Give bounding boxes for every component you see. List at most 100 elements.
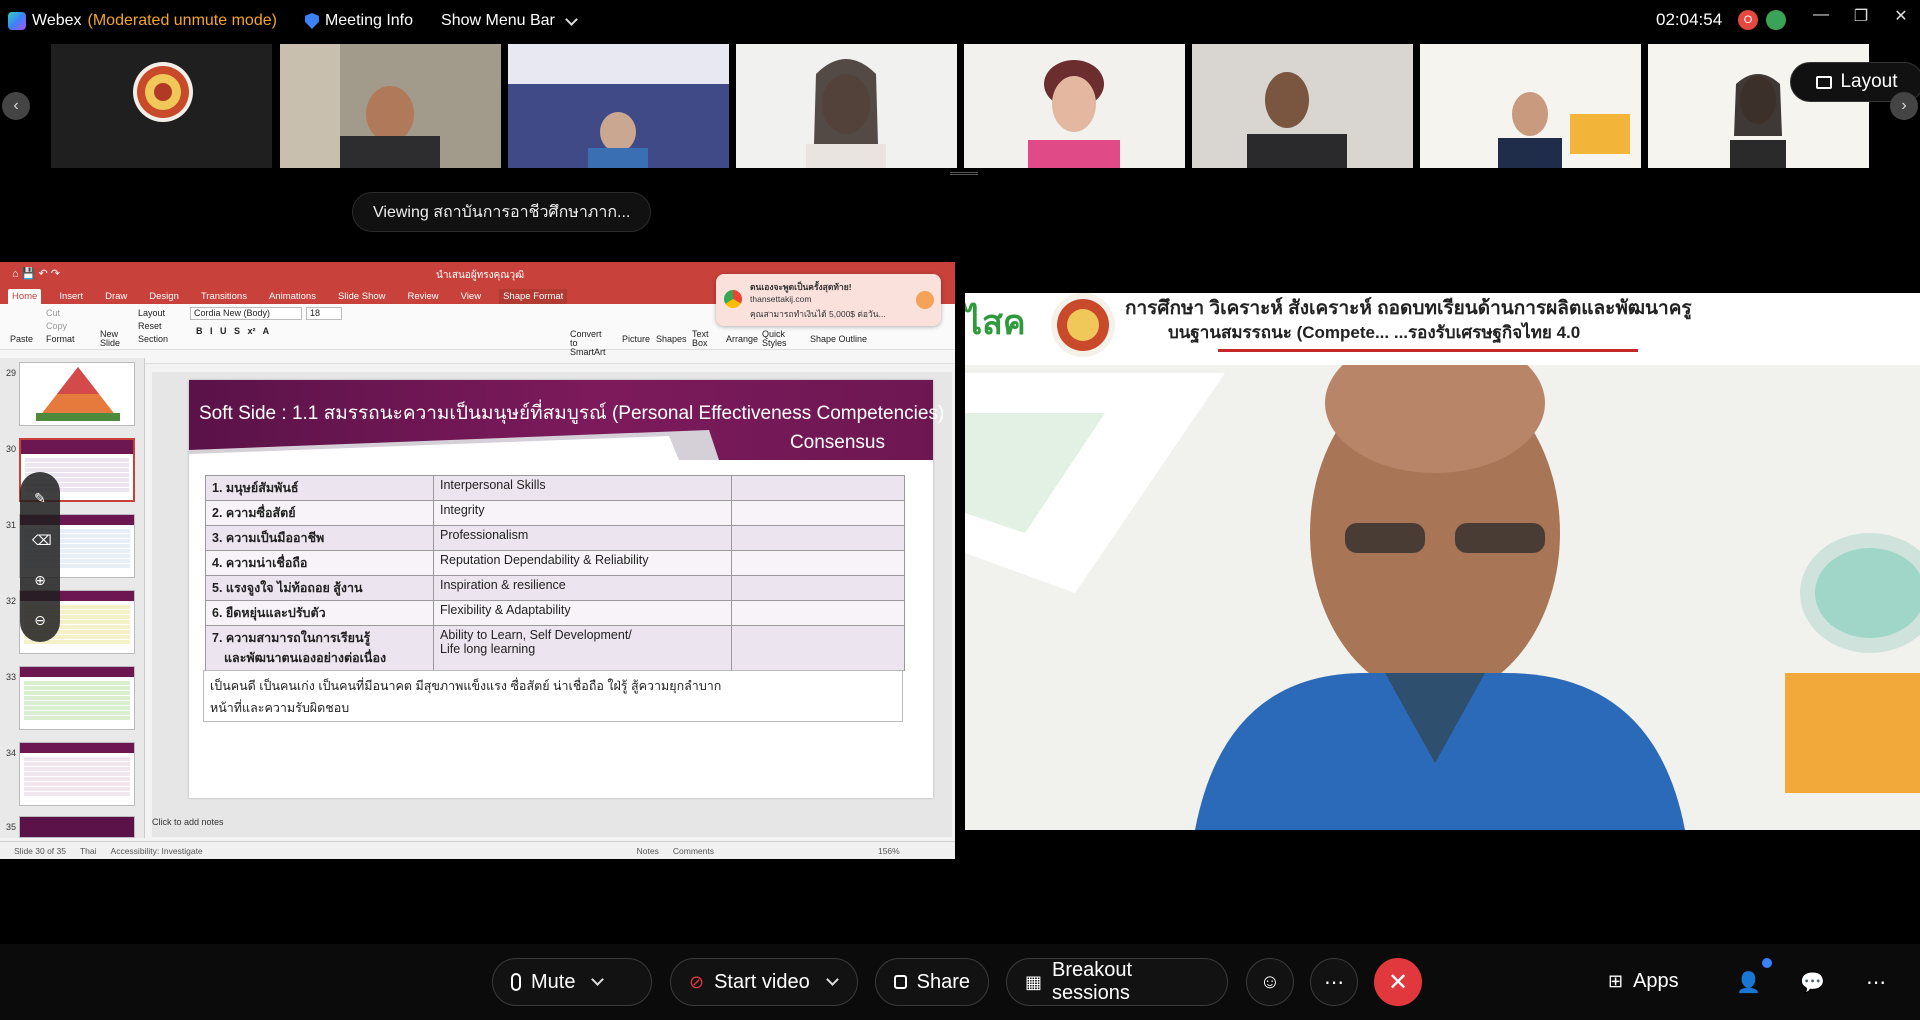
zoom-out-icon[interactable]: ⊖: [32, 612, 48, 628]
slide-number: 34: [6, 748, 17, 758]
slide-title: Soft Side : 1.1 สมรรถนะความเป็นมนุษย์ที่…: [199, 403, 945, 424]
participant-tile[interactable]: [280, 44, 501, 168]
ppt-tab-home[interactable]: Home: [8, 289, 42, 304]
layout-label: Layout: [1840, 71, 1898, 92]
slide-thumbnail[interactable]: [19, 816, 135, 838]
ppt-tab-design[interactable]: Design: [145, 289, 183, 304]
chevron-down-icon[interactable]: [591, 973, 605, 986]
shield-icon: [304, 13, 319, 29]
ppt-layout-button[interactable]: Layout: [138, 308, 165, 318]
table-row: 1. มนุษย์สัมพันธ์ Interpersonal Skills: [205, 475, 905, 501]
comments-toggle[interactable]: Comments: [673, 846, 714, 856]
ppt-text-box-button[interactable]: Text Box: [692, 330, 712, 348]
participant-video-icon: [736, 44, 957, 168]
ppt-tab-draw[interactable]: Draw: [101, 289, 131, 304]
browser-notification[interactable]: ตนเองจะพูดเป็นครั้งสุดท้าย! thansettakij…: [716, 274, 941, 326]
close-icon: ✕: [1387, 968, 1409, 996]
ppt-tab-shape-format[interactable]: Shape Format: [499, 289, 568, 304]
ppt-tab-animations[interactable]: Animations: [265, 289, 320, 304]
recording-indicator-icon[interactable]: O: [1738, 10, 1758, 30]
minimize-icon[interactable]: —: [1806, 6, 1836, 24]
ppt-quick-access-icon[interactable]: ⌂ 💾 ↶ ↷: [12, 267, 60, 280]
chevron-down-icon: [564, 12, 578, 26]
ppt-convert-smartart-button[interactable]: Convert to SmartArt: [570, 330, 610, 357]
participant-tile[interactable]: [964, 44, 1185, 168]
zoom-in-icon[interactable]: ⊕: [32, 572, 48, 588]
show-menu-bar-label: Show Menu Bar: [441, 12, 555, 29]
close-icon[interactable]: ✕: [1886, 6, 1916, 26]
ppt-shape-outline-button[interactable]: Shape Outline: [810, 334, 867, 344]
ppt-picture-button[interactable]: Picture: [622, 334, 650, 344]
leave-meeting-button[interactable]: ✕: [1374, 958, 1422, 1006]
notes-toggle[interactable]: Notes: [637, 846, 659, 856]
participant-video-icon: [508, 44, 729, 168]
strip-next-icon[interactable]: ›: [1890, 92, 1918, 120]
ppt-quick-styles-button[interactable]: Quick Styles: [762, 330, 790, 348]
participant-tile[interactable]: [736, 44, 957, 168]
webex-logo-icon: [8, 12, 26, 30]
ppt-tab-transitions[interactable]: Transitions: [197, 289, 251, 304]
ppt-cut-button[interactable]: Cut: [46, 308, 60, 318]
participant-video-icon: [1420, 44, 1641, 168]
more-icon: ⋯: [1324, 971, 1344, 994]
eraser-icon[interactable]: ⌫: [32, 532, 52, 548]
ppt-copy-button[interactable]: Copy: [46, 321, 67, 331]
ppt-arrange-button[interactable]: Arrange: [726, 334, 758, 344]
ppt-font-name-select[interactable]: Cordia New (Body): [190, 307, 302, 320]
slide-number: 35: [6, 822, 17, 832]
network-stats-icon[interactable]: [1766, 10, 1786, 30]
apps-button[interactable]: ⊞ Apps: [1608, 970, 1679, 993]
empty-cell: [731, 550, 905, 576]
slide-note-line1: เป็นคนดี เป็นคนเก่ง เป็นคนที่มีอนาคต มีส…: [210, 679, 722, 693]
ppt-format-painter-button[interactable]: Format: [46, 334, 75, 344]
overflow-menu-button[interactable]: ⋯: [1866, 970, 1886, 995]
breakout-sessions-button[interactable]: ▦ Breakout sessions: [1006, 958, 1228, 1006]
zoom-level[interactable]: 156%: [878, 846, 900, 856]
participant-tile[interactable]: [1420, 44, 1641, 168]
accessibility-indicator[interactable]: Accessibility: Investigate: [111, 846, 203, 856]
reactions-button[interactable]: ☺: [1246, 958, 1294, 1006]
slide-thumbnail[interactable]: [19, 742, 135, 806]
chat-button[interactable]: 💬: [1800, 970, 1825, 995]
ppt-tab-review[interactable]: Review: [404, 289, 443, 304]
share-button[interactable]: Share: [875, 958, 989, 1006]
slide-text-box[interactable]: เป็นคนดี เป็นคนเก่ง เป็นคนที่มีอนาคต มีส…: [203, 670, 903, 722]
participants-button[interactable]: 👤: [1736, 970, 1761, 995]
participant-tile[interactable]: [508, 44, 729, 168]
ppt-font-size-select[interactable]: 18: [306, 307, 342, 320]
ppt-reset-button[interactable]: Reset: [138, 321, 162, 331]
ppt-tab-view[interactable]: View: [457, 289, 485, 304]
participant-video-icon: [964, 44, 1185, 168]
restore-icon[interactable]: ❐: [1846, 6, 1876, 26]
start-video-button[interactable]: ⊘ Start video: [670, 958, 858, 1006]
participant-tile[interactable]: [1192, 44, 1413, 168]
competency-thai: 5. แรงจูงใจ ไม่ท้อถอย สู้งาน: [205, 575, 434, 601]
ppt-notes-pane[interactable]: Click to add notes: [152, 817, 224, 827]
mute-button[interactable]: Mute: [492, 958, 652, 1006]
participant-tile[interactable]: [51, 44, 272, 168]
ppt-paste-button[interactable]: Paste: [10, 334, 33, 344]
meeting-info-button[interactable]: Meeting Info: [304, 12, 413, 30]
strip-resize-handle[interactable]: [950, 172, 978, 175]
slide-thumbnail[interactable]: [19, 666, 135, 730]
ppt-tab-slide-show[interactable]: Slide Show: [334, 289, 390, 304]
slide-subtitle: Consensus: [789, 432, 885, 453]
participant-video-icon: [280, 44, 501, 168]
chevron-down-icon[interactable]: [825, 973, 839, 986]
ppt-shapes-button[interactable]: Shapes: [656, 334, 687, 344]
pen-icon[interactable]: ✎: [32, 490, 48, 506]
strip-prev-icon[interactable]: ‹: [2, 92, 30, 120]
show-menu-bar-button[interactable]: Show Menu Bar: [441, 12, 578, 30]
slide-thumbnail[interactable]: [19, 362, 135, 426]
start-video-label: Start video: [714, 970, 810, 993]
empty-cell: [731, 525, 905, 551]
shared-screen[interactable]: ⌂ 💾 ↶ ↷ นำเสนอผู้ทรงคุณวุฒิ Home Insert …: [0, 262, 955, 859]
active-speaker-video[interactable]: ไสค การศึกษา วิเคราะห์ สังเคราะห์ ถอดบทเ…: [965, 293, 1920, 830]
ppt-section-button[interactable]: Section: [138, 334, 168, 344]
table-row: 2. ความซื่อสัตย์ Integrity: [205, 500, 905, 526]
ppt-tab-insert[interactable]: Insert: [55, 289, 87, 304]
competency-english-line2: Life long learning: [440, 642, 536, 656]
ppt-format-buttons[interactable]: B I U S x² A: [196, 326, 269, 336]
more-options-button[interactable]: ⋯: [1310, 958, 1358, 1006]
ppt-new-slide-button[interactable]: New Slide: [100, 330, 124, 348]
